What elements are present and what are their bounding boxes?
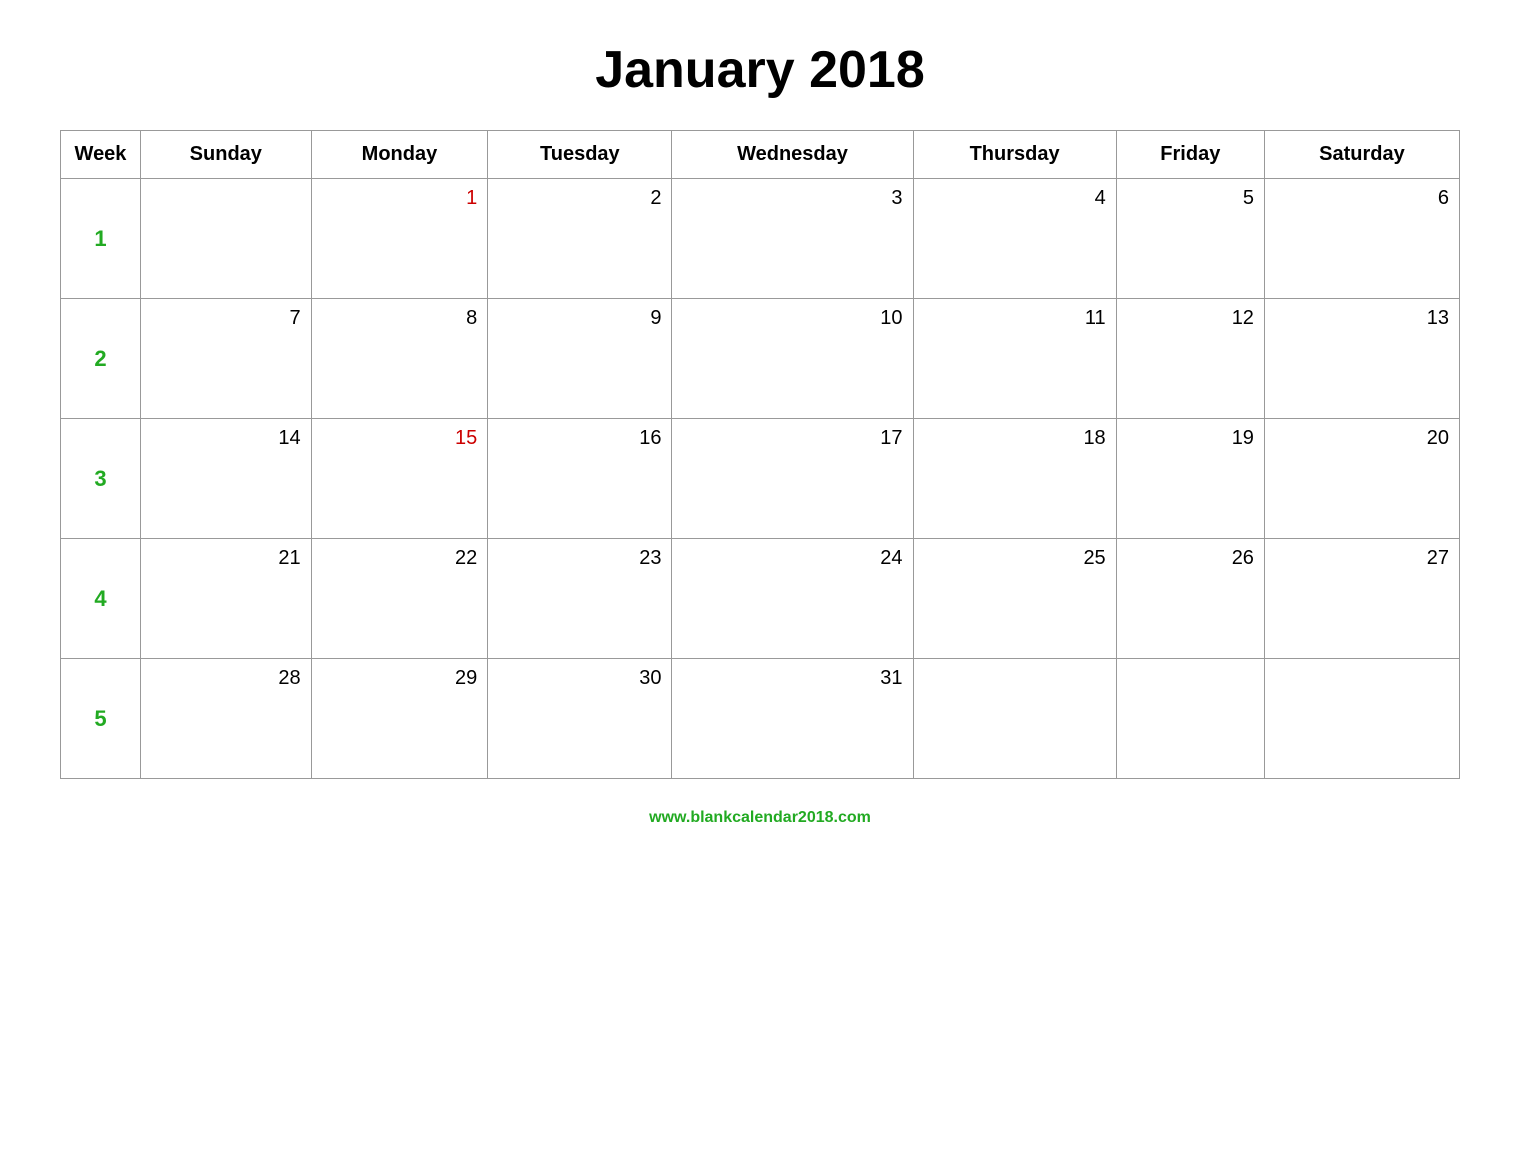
day-cell: 15 [311,419,488,539]
day-cell: 19 [1116,419,1264,539]
week-number-5: 5 [61,659,141,779]
day-cell [913,659,1116,779]
day-cell: 28 [141,659,312,779]
day-cell: 6 [1264,179,1459,299]
day-cell: 14 [141,419,312,539]
calendar-row-4: 421222324252627 [61,539,1460,659]
day-cell: 10 [672,299,913,419]
day-cell: 29 [311,659,488,779]
footer: www.blankcalendar2018.com [649,809,871,827]
day-cell: 21 [141,539,312,659]
header-wednesday: Wednesday [672,131,913,179]
header-saturday: Saturday [1264,131,1459,179]
day-cell: 11 [913,299,1116,419]
calendar-table: Week Sunday Monday Tuesday Wednesday Thu… [60,130,1460,779]
day-cell: 8 [311,299,488,419]
day-cell: 17 [672,419,913,539]
calendar-row-5: 528293031 [61,659,1460,779]
day-cell: 5 [1116,179,1264,299]
day-cell: 30 [488,659,672,779]
day-cell: 25 [913,539,1116,659]
footer-link[interactable]: www.blankcalendar2018.com [649,809,871,826]
week-number-2: 2 [61,299,141,419]
day-cell [1116,659,1264,779]
day-cell: 9 [488,299,672,419]
week-number-1: 1 [61,179,141,299]
calendar-row-3: 314151617181920 [61,419,1460,539]
header-monday: Monday [311,131,488,179]
day-cell: 2 [488,179,672,299]
day-cell [141,179,312,299]
day-cell: 23 [488,539,672,659]
week-number-3: 3 [61,419,141,539]
day-cell: 12 [1116,299,1264,419]
day-cell: 1 [311,179,488,299]
day-cell: 4 [913,179,1116,299]
day-cell: 7 [141,299,312,419]
calendar-wrapper: Week Sunday Monday Tuesday Wednesday Thu… [60,130,1460,779]
day-cell: 20 [1264,419,1459,539]
header-row: Week Sunday Monday Tuesday Wednesday Thu… [61,131,1460,179]
day-cell: 27 [1264,539,1459,659]
calendar-row-2: 278910111213 [61,299,1460,419]
week-number-4: 4 [61,539,141,659]
day-cell: 13 [1264,299,1459,419]
header-friday: Friday [1116,131,1264,179]
day-cell: 24 [672,539,913,659]
day-cell [1264,659,1459,779]
day-cell: 31 [672,659,913,779]
day-cell: 22 [311,539,488,659]
day-cell: 26 [1116,539,1264,659]
day-cell: 16 [488,419,672,539]
day-cell: 3 [672,179,913,299]
day-cell: 18 [913,419,1116,539]
header-thursday: Thursday [913,131,1116,179]
header-tuesday: Tuesday [488,131,672,179]
header-sunday: Sunday [141,131,312,179]
header-week: Week [61,131,141,179]
calendar-row-1: 1123456 [61,179,1460,299]
page-title: January 2018 [595,40,925,100]
